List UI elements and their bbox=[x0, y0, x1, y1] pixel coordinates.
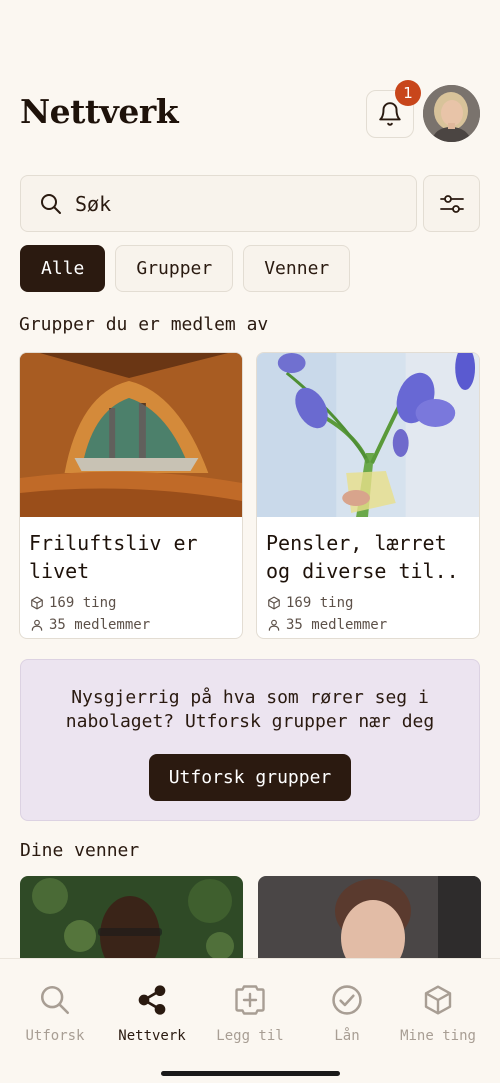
group-card[interactable]: Friluftsliv er livet 169 ting 35 medlemm… bbox=[19, 352, 243, 639]
friend-card[interactable] bbox=[258, 876, 481, 966]
chip-friends[interactable]: Venner bbox=[243, 245, 351, 292]
chip-all[interactable]: Alle bbox=[20, 245, 106, 292]
box-icon bbox=[31, 596, 43, 610]
header: Nettverk 1 bbox=[20, 80, 480, 142]
friend-card[interactable] bbox=[20, 876, 243, 966]
avatar[interactable] bbox=[423, 85, 480, 142]
bottom-tab-bar: Utforsk Nettverk Legg til Lån Mine ting bbox=[0, 958, 500, 1083]
tab-my-things[interactable]: Mine ting bbox=[390, 981, 486, 1044]
user-icon bbox=[31, 619, 43, 631]
group-members: 35 medlemmer bbox=[257, 615, 479, 635]
group-members: 35 medlemmer bbox=[20, 615, 242, 635]
share-icon bbox=[138, 985, 166, 1015]
group-items: 169 ting bbox=[257, 593, 479, 613]
tab-network[interactable]: Nettverk bbox=[104, 981, 200, 1044]
tab-loans[interactable]: Lån bbox=[299, 981, 395, 1044]
chip-groups[interactable]: Grupper bbox=[115, 245, 234, 292]
box-icon bbox=[268, 596, 280, 610]
box-icon bbox=[424, 985, 452, 1015]
group-card[interactable]: Pensler, lærret og diverse til.. 169 tin… bbox=[256, 352, 480, 639]
home-indicator bbox=[161, 1071, 340, 1076]
group-items-count: 169 ting bbox=[286, 595, 354, 611]
tab-explore[interactable]: Utforsk bbox=[7, 981, 103, 1044]
search-row: Søk bbox=[20, 175, 480, 232]
sliders-icon bbox=[439, 194, 464, 213]
user-icon bbox=[268, 619, 280, 631]
filter-chips: Alle Grupper Venner bbox=[20, 245, 351, 292]
tab-label: Nettverk bbox=[118, 1028, 186, 1044]
group-members-count: 35 medlemmer bbox=[286, 617, 388, 633]
notification-badge: 1 bbox=[395, 80, 421, 106]
add-icon bbox=[235, 985, 265, 1015]
group-image bbox=[20, 353, 242, 517]
group-image bbox=[257, 353, 479, 517]
tab-label: Legg til bbox=[216, 1028, 284, 1044]
group-title: Pensler, lærret og diverse til.. bbox=[266, 531, 459, 583]
group-title: Friluftsliv er livet bbox=[29, 531, 198, 583]
group-items: 169 ting bbox=[20, 593, 242, 613]
promo-text: Nysgjerrig på hva som rører seg i nabola… bbox=[65, 687, 435, 732]
explore-groups-button[interactable]: Utforsk grupper bbox=[148, 754, 352, 801]
tab-add[interactable]: Legg til bbox=[202, 981, 298, 1044]
search-placeholder: Søk bbox=[75, 191, 112, 216]
filter-button[interactable] bbox=[423, 175, 480, 232]
tab-label: Utforsk bbox=[25, 1028, 85, 1044]
check-circle-icon bbox=[332, 985, 362, 1015]
groups-section-title: Grupper du er medlem av bbox=[19, 314, 269, 335]
tab-label: Lån bbox=[334, 1028, 360, 1044]
search-input[interactable]: Søk bbox=[20, 175, 417, 232]
page-title: Nettverk bbox=[20, 92, 179, 131]
tab-label: Mine ting bbox=[400, 1028, 476, 1044]
group-members-count: 35 medlemmer bbox=[49, 617, 151, 633]
bell-icon bbox=[379, 102, 401, 126]
friends-section-title: Dine venner bbox=[20, 840, 140, 861]
friend-photo bbox=[258, 876, 481, 966]
friends-list bbox=[20, 876, 481, 966]
search-icon bbox=[41, 193, 61, 214]
explore-groups-promo: Nysgjerrig på hva som rører seg i nabola… bbox=[20, 659, 480, 821]
search-icon bbox=[40, 985, 70, 1015]
friend-photo bbox=[20, 876, 243, 966]
group-cards: Friluftsliv er livet 169 ting 35 medlemm… bbox=[19, 352, 481, 639]
group-items-count: 169 ting bbox=[49, 595, 117, 611]
